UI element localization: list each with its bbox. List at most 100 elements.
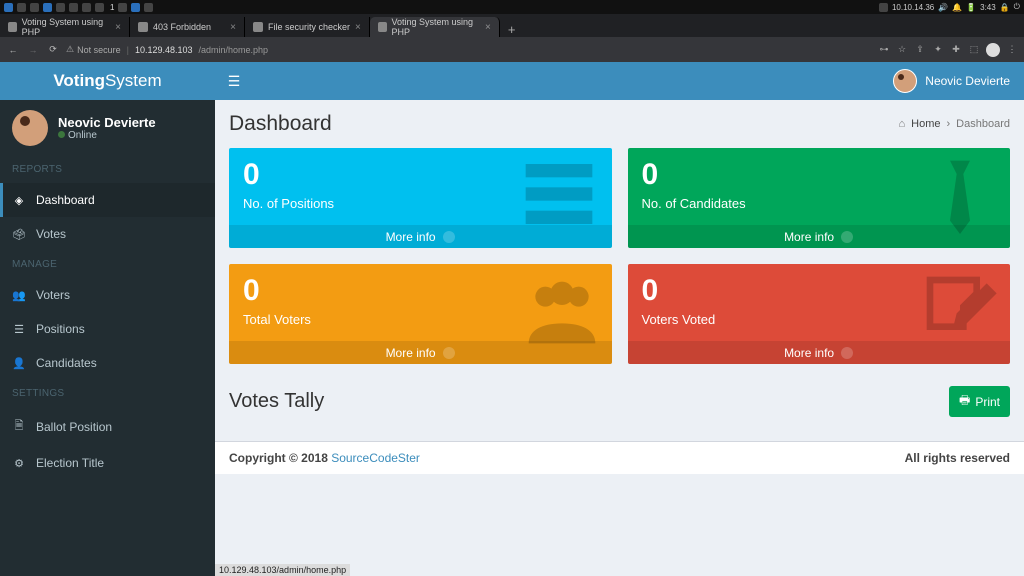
online-dot-icon <box>58 131 65 138</box>
main-content: Dashboard ⌂ Home › Dashboard 0 No. of Po… <box>215 100 1024 576</box>
avatar <box>893 69 917 93</box>
sidebar-user-status: Online <box>58 130 156 141</box>
security-label: Not secure <box>77 45 121 55</box>
extension-icon[interactable]: ⬚ <box>968 44 980 56</box>
header-username: Neovic Devierte <box>925 74 1010 88</box>
sidebar: Neovic Devierte Online REPORTS ◈Dashboar… <box>0 100 215 576</box>
tab-label: Voting System using PHP <box>22 17 111 37</box>
arrow-circle-right-icon <box>841 347 853 359</box>
browser-status-link: 10.129.48.103/admin/home.php <box>215 564 350 576</box>
os-app-icon[interactable] <box>144 3 153 12</box>
lock-icon[interactable]: 🔒 <box>1000 3 1010 12</box>
sidebar-item-dashboard[interactable]: ◈ Dashboard <box>0 183 215 217</box>
back-button[interactable]: ← <box>6 45 20 55</box>
extension-icon[interactable]: ✚ <box>950 44 962 56</box>
os-app-icon[interactable] <box>118 3 127 12</box>
close-icon[interactable]: × <box>355 22 361 33</box>
sidebar-item-votes[interactable]: 🗳 Votes <box>0 217 215 251</box>
page-title: Dashboard <box>229 112 332 136</box>
tab-label: File security checker <box>268 22 350 32</box>
browser-url-bar: ← → ⟳ ⚠ Not secure | 10.129.48.103/admin… <box>0 37 1024 62</box>
favicon-icon <box>138 22 148 32</box>
star-icon[interactable]: ☆ <box>896 44 908 56</box>
tab-label: 403 Forbidden <box>153 22 211 32</box>
briefcase-icon: 🗳 <box>12 228 26 241</box>
key-icon[interactable]: ⊶ <box>878 44 890 56</box>
breadcrumb-home[interactable]: Home <box>911 118 940 130</box>
power-icon[interactable]: ⏻ <box>1014 2 1020 12</box>
nav-section-header: MANAGE <box>0 251 215 278</box>
os-app-icon[interactable] <box>82 3 91 12</box>
reload-button[interactable]: ⟳ <box>46 44 60 55</box>
os-tray-icon[interactable] <box>879 3 888 12</box>
nav-label: Votes <box>36 227 66 241</box>
gear-icon: ⚙ <box>12 457 26 470</box>
arrow-circle-right-icon <box>841 231 853 243</box>
os-app-icon[interactable] <box>30 3 39 12</box>
avatar <box>12 110 48 146</box>
forward-button[interactable]: → <box>26 45 40 55</box>
bell-icon[interactable]: 🔔 <box>952 3 962 12</box>
bookmark-icon[interactable]: ✦ <box>932 44 944 56</box>
sidebar-user-panel: Neovic Devierte Online <box>0 100 215 156</box>
chevron-right-icon: › <box>947 118 951 130</box>
kebab-menu-icon[interactable]: ⋮ <box>1006 44 1018 56</box>
os-app-icon[interactable] <box>43 3 52 12</box>
close-icon[interactable]: × <box>485 22 491 33</box>
sidebar-item-positions[interactable]: ☰ Positions <box>0 312 215 346</box>
sidebar-item-ballot[interactable]: 🗎Ballot Position <box>0 407 215 446</box>
favicon-icon <box>378 22 387 32</box>
print-button[interactable]: 🖶Print <box>949 386 1010 417</box>
new-tab-button[interactable]: + <box>500 22 524 37</box>
tie-icon <box>920 154 1000 239</box>
list-bars-icon <box>516 154 602 239</box>
user-icon: 👤 <box>12 357 26 370</box>
app-footer: Copyright © 2018 SourceCodeSter All righ… <box>215 441 1024 474</box>
dashboard-icon: ◈ <box>12 194 26 207</box>
arrow-circle-right-icon <box>443 347 455 359</box>
stat-box-candidates: 0 No. of Candidates More info <box>628 148 1011 248</box>
footer-link[interactable]: SourceCodeSter <box>331 451 420 465</box>
browser-tab[interactable]: File security checker × <box>245 17 370 37</box>
favicon-icon <box>8 22 17 32</box>
sidebar-item-candidates[interactable]: 👤 Candidates <box>0 346 215 380</box>
stat-box-positions: 0 No. of Positions More info <box>229 148 612 248</box>
breadcrumb: ⌂ Home › Dashboard <box>899 118 1011 130</box>
browser-tab[interactable]: 403 Forbidden × <box>130 17 245 37</box>
nav-label: Positions <box>36 322 85 336</box>
sidebar-item-voters[interactable]: 👥Voters <box>0 278 215 312</box>
nav-label: Election Title <box>36 456 104 470</box>
copyright-text: Copyright © 2018 <box>229 451 331 465</box>
app-logo[interactable]: VotingSystem <box>0 71 215 91</box>
browser-tab[interactable]: Voting System using PHP × <box>0 17 130 37</box>
os-app-icon[interactable] <box>69 3 78 12</box>
os-app-icon[interactable] <box>17 3 26 12</box>
url-host[interactable]: 10.129.48.103 <box>135 45 193 55</box>
sidebar-item-election-title[interactable]: ⚙ Election Title <box>0 446 215 480</box>
stat-box-voted: 0 Voters Voted More info <box>628 264 1011 364</box>
os-clock: 3:43 <box>980 3 996 12</box>
os-app-icon[interactable] <box>56 3 65 12</box>
share-icon[interactable]: ⇪ <box>914 44 926 56</box>
os-app-icon[interactable] <box>131 3 140 12</box>
os-app-icon[interactable] <box>95 3 104 12</box>
breadcrumb-current: Dashboard <box>956 118 1010 130</box>
list-icon: ☰ <box>12 323 26 336</box>
security-indicator[interactable]: ⚠ Not secure <box>66 44 121 55</box>
favicon-icon <box>253 22 263 32</box>
os-app-icon[interactable] <box>4 3 13 12</box>
volume-icon[interactable]: 🔊 <box>938 3 948 12</box>
sidebar-toggle-button[interactable]: ☰ <box>215 73 253 90</box>
close-icon[interactable]: × <box>115 22 121 33</box>
url-path[interactable]: /admin/home.php <box>199 45 269 55</box>
header-user-menu[interactable]: Neovic Devierte <box>893 69 1024 93</box>
browser-profile-avatar[interactable] <box>986 43 1000 57</box>
arrow-circle-right-icon <box>443 231 455 243</box>
os-taskbar: 1 10.10.14.36 🔊 🔔 🔋 3:43 🔒 ⏻ <box>0 0 1024 14</box>
close-icon[interactable]: × <box>230 22 236 33</box>
nav-label: Dashboard <box>36 193 95 207</box>
browser-tab[interactable]: Voting System using PHP× <box>370 17 500 37</box>
battery-icon[interactable]: 🔋 <box>966 3 976 12</box>
nav-label: Candidates <box>36 356 97 370</box>
browser-tab-strip: Voting System using PHP× 403 Forbidden× … <box>0 14 1024 37</box>
